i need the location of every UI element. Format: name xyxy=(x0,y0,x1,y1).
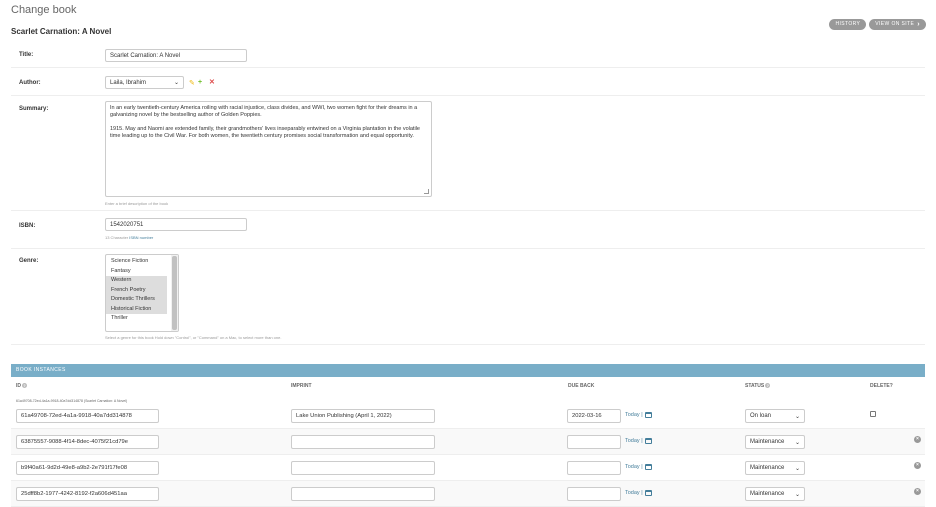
instance-due-back-input[interactable]: 2022-03-16 xyxy=(567,409,621,423)
instance-id-input[interactable]: 63875557-9088-4f14-8dec-4075f21cd79e xyxy=(16,435,159,449)
remove-row-icon[interactable]: × xyxy=(914,462,921,469)
chevron-down-icon: ⌄ xyxy=(794,439,800,446)
remove-row-icon[interactable]: × xyxy=(914,436,921,443)
genre-option[interactable]: Fantasy xyxy=(106,267,167,277)
calendar-icon[interactable] xyxy=(644,490,652,496)
chevron-down-icon: ⌄ xyxy=(173,80,179,86)
instance-id-input[interactable]: b9f40a61-9d2d-49e8-a9b2-2e791f17fe08 xyxy=(16,461,159,475)
genre-option[interactable]: Thriller xyxy=(106,314,167,324)
today-link[interactable]: Today | xyxy=(625,464,652,470)
instance-status-select[interactable]: Maintenance ⌄ xyxy=(745,461,805,475)
history-label: HISTORY xyxy=(835,21,861,27)
page-title: Change book xyxy=(11,4,77,16)
genre-option-selected[interactable]: Historical Fiction xyxy=(106,304,167,314)
scrollbar-thumb[interactable] xyxy=(172,256,177,330)
status-header-label: STATUS xyxy=(745,383,765,389)
calendar-icon[interactable] xyxy=(644,464,652,470)
instance-status-select[interactable]: On loan ⌄ xyxy=(745,409,805,423)
isbn-help: 13 Character ISBN number xyxy=(105,235,153,240)
instance-imprint-input[interactable] xyxy=(291,435,435,449)
chevron-down-icon: ⌄ xyxy=(794,465,800,472)
calendar-icon[interactable] xyxy=(644,412,652,418)
scrollbar[interactable] xyxy=(171,255,178,331)
column-header-status: STATUS? xyxy=(745,383,771,389)
genre-help: Select a genre for this book Hold down "… xyxy=(105,335,282,340)
column-header-imprint: IMPRINT xyxy=(291,383,312,389)
column-header-id: ID? xyxy=(16,383,27,389)
summary-label: Summary: xyxy=(19,106,49,112)
chevron-down-icon: ⌄ xyxy=(794,491,800,498)
calendar-icon[interactable] xyxy=(644,438,652,444)
chevron-down-icon: ⌄ xyxy=(794,413,800,420)
instance-id-input[interactable]: 61a49708-72ed-4a1a-9918-40a7dd314878 xyxy=(16,409,159,423)
today-label: Today | xyxy=(625,438,643,444)
isbn-help-link[interactable]: ISBN number xyxy=(129,235,153,240)
pencil-icon[interactable]: ✎ xyxy=(189,80,195,87)
instance-id-input[interactable]: 25dff8b2-1977-4242-8192-f2a606d451aa xyxy=(16,487,159,501)
today-link[interactable]: Today | xyxy=(625,438,652,444)
x-icon[interactable]: ✕ xyxy=(209,79,215,86)
instance-due-back-input[interactable] xyxy=(567,461,621,475)
genre-multiselect[interactable]: Science Fiction Fantasy Western French P… xyxy=(105,254,179,332)
plus-icon[interactable]: + xyxy=(198,79,202,86)
title-label: Title: xyxy=(19,52,34,58)
delete-checkbox[interactable] xyxy=(870,411,876,417)
isbn-input[interactable]: 1542020751 xyxy=(105,218,247,231)
author-label: Author: xyxy=(19,80,41,86)
summary-textarea[interactable]: In an early twentieth-century America ro… xyxy=(105,101,432,197)
status-value: Maintenance xyxy=(750,491,785,497)
instance-status-select[interactable]: Maintenance ⌄ xyxy=(745,435,805,449)
id-header-label: ID xyxy=(16,383,21,389)
status-value: Maintenance xyxy=(750,439,785,445)
today-label: Today | xyxy=(625,464,643,470)
instance-imprint-input[interactable] xyxy=(291,461,435,475)
object-title: Scarlet Carnation: A Novel xyxy=(11,27,112,36)
status-value: On loan xyxy=(750,413,772,419)
view-on-site-label: VIEW ON SITE xyxy=(875,21,915,27)
column-header-due-back: DUE BACK xyxy=(568,383,595,389)
instance-due-back-input[interactable] xyxy=(567,435,621,449)
isbn-help-text: 13 Character xyxy=(105,235,130,240)
column-header-delete: DELETE? xyxy=(870,383,893,389)
genre-option-selected[interactable]: Western xyxy=(106,276,167,286)
author-select[interactable]: Laila, Ibrahim ⌄ xyxy=(105,76,184,89)
isbn-label: ISBN: xyxy=(19,223,36,229)
instance-due-back-input[interactable] xyxy=(567,487,621,501)
instance-status-select[interactable]: Maintenance ⌄ xyxy=(745,487,805,501)
view-on-site-button[interactable]: VIEW ON SITE › xyxy=(869,19,926,30)
title-input[interactable]: Scarlet Carnation: A Novel xyxy=(105,49,247,62)
help-icon[interactable]: ? xyxy=(22,383,27,389)
today-label: Today | xyxy=(625,412,643,418)
remove-row-icon[interactable]: × xyxy=(914,488,921,495)
genre-option-selected[interactable]: Domestic Thrillers xyxy=(106,295,167,305)
chevron-right-icon: › xyxy=(917,21,920,28)
today-link[interactable]: Today | xyxy=(625,412,652,418)
object-tools: HISTORY VIEW ON SITE › xyxy=(829,19,926,30)
summary-paragraph-2: 1915. May and Naomi are extended family,… xyxy=(110,126,420,139)
resize-handle[interactable] xyxy=(424,189,429,194)
instance-imprint-input[interactable] xyxy=(291,487,435,501)
summary-help: Enter a brief description of the book xyxy=(105,201,169,206)
summary-paragraph-1: In an early twentieth-century America ro… xyxy=(110,105,418,118)
status-value: Maintenance xyxy=(750,465,785,471)
help-icon[interactable]: ? xyxy=(765,383,771,389)
history-button[interactable]: HISTORY xyxy=(829,19,867,30)
genre-option[interactable]: Science Fiction xyxy=(106,257,167,267)
author-select-value: Laila, Ibrahim xyxy=(110,79,147,86)
today-label: Today | xyxy=(625,490,643,496)
today-link[interactable]: Today | xyxy=(625,490,652,496)
genre-label: Genre: xyxy=(19,258,39,264)
genre-option-selected[interactable]: French Poetry xyxy=(106,285,167,295)
instance-imprint-input[interactable]: Lake Union Publishing (April 1, 2022) xyxy=(291,409,435,423)
book-instances-header: BOOK INSTANCES xyxy=(11,364,925,377)
